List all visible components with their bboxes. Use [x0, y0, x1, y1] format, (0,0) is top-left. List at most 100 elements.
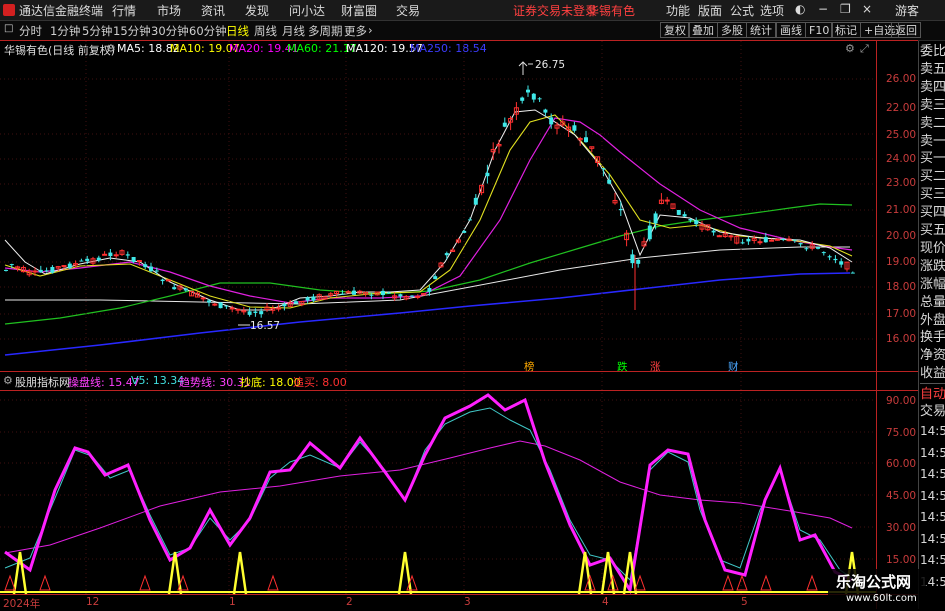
candle[interactable]: [624, 230, 630, 247]
candle[interactable]: [531, 93, 536, 103]
candle[interactable]: [850, 271, 855, 274]
quote-field-label: 卖一: [920, 133, 945, 149]
candle[interactable]: [444, 251, 449, 260]
candle[interactable]: [526, 85, 530, 97]
candle[interactable]: [200, 297, 206, 302]
candle[interactable]: [363, 291, 369, 297]
candle[interactable]: [572, 121, 577, 133]
candle[interactable]: [212, 302, 218, 307]
quote-field-label: 涨幅: [920, 276, 945, 292]
candle[interactable]: [177, 284, 183, 292]
candle[interactable]: [4, 269, 8, 272]
candle[interactable]: [345, 290, 351, 294]
candle[interactable]: [746, 236, 751, 245]
watermark: 乐淘公式网 www.60lt.com: [828, 569, 926, 609]
candle[interactable]: [827, 254, 832, 261]
candle[interactable]: [496, 139, 502, 154]
candle[interactable]: [641, 237, 647, 248]
candle[interactable]: [352, 287, 356, 295]
price-tick: 17.00: [886, 308, 917, 320]
candle[interactable]: [328, 292, 334, 298]
chase-buy-triangle-icon: [806, 574, 818, 591]
candle[interactable]: [479, 184, 485, 196]
candle[interactable]: [67, 261, 72, 270]
candle[interactable]: [79, 258, 84, 262]
candle[interactable]: [218, 302, 223, 309]
candle[interactable]: [340, 289, 345, 295]
candle[interactable]: [311, 293, 316, 303]
candle[interactable]: [276, 304, 282, 312]
kline-chart[interactable]: 26.75 16.57 榜 跌 涨 财: [0, 0, 945, 609]
candle[interactable]: [798, 242, 803, 247]
quote-field-label: 买二: [920, 169, 945, 185]
candle[interactable]: [636, 259, 641, 268]
candle[interactable]: [305, 296, 310, 304]
event-tag-finance[interactable]: 财: [728, 360, 739, 373]
candle[interactable]: [247, 307, 252, 317]
quote-field-label: 买三: [920, 187, 945, 203]
candle[interactable]: [165, 279, 171, 282]
watermark-url: www.60lt.com: [846, 593, 917, 604]
candle[interactable]: [844, 261, 850, 272]
candle[interactable]: [473, 194, 478, 205]
candle[interactable]: [235, 308, 241, 314]
candle[interactable]: [664, 196, 670, 205]
event-tag-list[interactable]: 榜: [524, 360, 535, 373]
candle[interactable]: [20, 265, 26, 273]
tick-time: 14:56: [920, 553, 945, 567]
quote-field-label: 卖五: [920, 61, 945, 77]
candle[interactable]: [821, 251, 826, 256]
chase-buy-triangle-icon: [4, 574, 16, 591]
chase-buy-triangle-icon: [722, 574, 734, 591]
candle[interactable]: [468, 217, 472, 221]
candle[interactable]: [143, 261, 148, 270]
candle[interactable]: [38, 265, 43, 273]
tick-time: 14:56: [920, 467, 945, 481]
candle[interactable]: [264, 302, 270, 312]
candle[interactable]: [102, 251, 108, 256]
candle[interactable]: [816, 246, 820, 250]
indicator-title[interactable]: 股朋指标网: [15, 374, 70, 390]
candle[interactable]: [757, 238, 763, 245]
chase-buy-triangle-icon: [634, 574, 646, 591]
candle[interactable]: [149, 262, 153, 273]
candle[interactable]: [520, 96, 525, 104]
candle[interactable]: [113, 251, 119, 258]
event-tag-rise[interactable]: 涨: [650, 361, 661, 373]
candle[interactable]: [734, 235, 740, 245]
candle[interactable]: [716, 234, 722, 238]
candle[interactable]: [670, 203, 676, 210]
candle[interactable]: [676, 209, 681, 216]
candle[interactable]: [455, 237, 461, 244]
candle[interactable]: [96, 255, 101, 263]
candle[interactable]: [682, 211, 687, 218]
candle[interactable]: [786, 236, 792, 242]
candle[interactable]: [189, 290, 195, 297]
candle[interactable]: [513, 102, 519, 121]
indicator-tick: 30.00: [886, 522, 917, 534]
indicator-settings-icon[interactable]: ⚙: [3, 374, 13, 387]
candle[interactable]: [334, 290, 340, 297]
candle[interactable]: [15, 265, 21, 272]
candle[interactable]: [658, 193, 664, 205]
candle[interactable]: [125, 251, 130, 259]
event-tag-fall[interactable]: 跌: [617, 360, 628, 373]
candle[interactable]: [728, 234, 734, 241]
candle[interactable]: [450, 247, 456, 252]
candle[interactable]: [566, 123, 572, 137]
candle[interactable]: [630, 249, 635, 269]
candle[interactable]: [502, 117, 507, 128]
trend-line: [4, 440, 853, 554]
tick-time: 14:56: [920, 488, 945, 503]
candle[interactable]: [160, 278, 165, 285]
candle[interactable]: [241, 306, 247, 315]
candle[interactable]: [415, 294, 421, 300]
candle[interactable]: [618, 201, 623, 217]
candle[interactable]: [119, 249, 125, 256]
candle[interactable]: [537, 97, 542, 102]
candle[interactable]: [50, 265, 55, 274]
candle[interactable]: [584, 130, 588, 143]
candle[interactable]: [224, 305, 229, 309]
candle[interactable]: [839, 258, 844, 268]
quote-field-label: 净资: [920, 348, 945, 364]
